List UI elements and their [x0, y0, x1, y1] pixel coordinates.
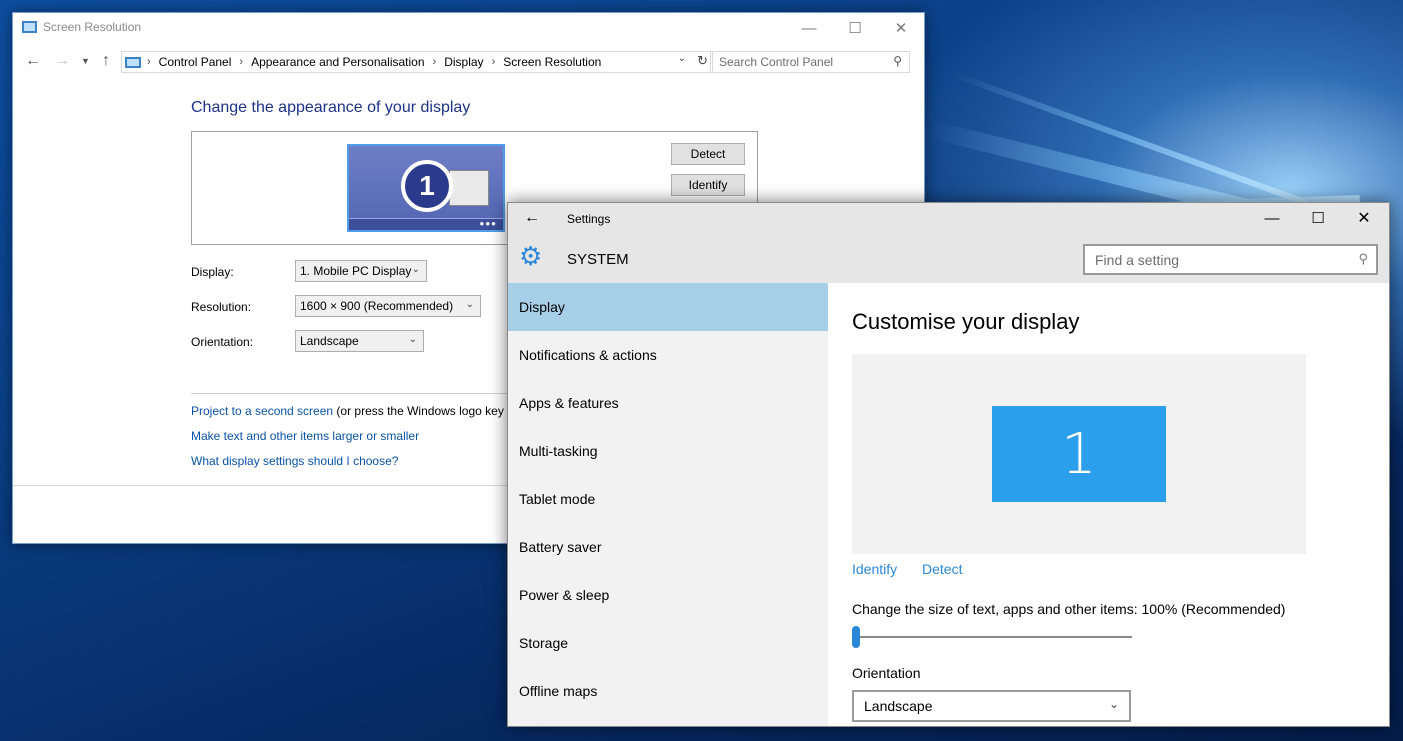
sidebar-item-tablet-mode[interactable]: Tablet mode — [508, 475, 828, 523]
display-label: Display: — [191, 265, 234, 279]
close-button[interactable]: ✕ — [878, 13, 924, 43]
breadcrumb-appearance[interactable]: Appearance and Personalisation — [251, 55, 424, 69]
page-title: Customise your display — [852, 309, 1080, 334]
sidebar-item-apps-features[interactable]: Apps & features — [508, 379, 828, 427]
detect-button[interactable]: Detect — [671, 143, 745, 165]
project-second-screen-link[interactable]: Project to a second screen — [191, 404, 333, 418]
display-select-value: 1. Mobile PC Display — [300, 264, 412, 278]
sidebar-item-notifications[interactable]: Notifications & actions — [508, 331, 828, 379]
sidebar-item-offline-maps[interactable]: Offline maps — [508, 667, 828, 715]
back-arrow-icon[interactable]: ← — [25, 52, 41, 70]
chevron-down-icon: ⌄ — [1108, 697, 1119, 711]
search-placeholder: Search Control Panel — [719, 55, 834, 69]
minimize-button[interactable]: — — [1249, 203, 1295, 233]
orientation-select-value: Landscape — [864, 698, 933, 714]
navigation-bar: ← → ▼ ↑ › Control Panel › Appearance and… — [13, 49, 924, 75]
title-bar: Screen Resolution — ☐ ✕ — [13, 13, 924, 43]
window-title: Screen Resolution — [43, 20, 142, 34]
monitor-thumbnail[interactable]: 1 ●●● — [347, 144, 505, 232]
forward-arrow-icon[interactable]: → — [54, 52, 70, 70]
sidebar-item-battery-saver[interactable]: Battery saver — [508, 523, 828, 571]
breadcrumb-separator-icon: › — [147, 56, 151, 68]
identify-button[interactable]: Identify — [671, 174, 745, 196]
monitor-icon — [22, 21, 37, 33]
project-second-screen-row: Project to a second screen (or press the… — [191, 404, 504, 418]
recent-locations-chevron-icon[interactable]: ▼ — [81, 56, 90, 66]
text-size-link[interactable]: Make text and other items larger or smal… — [191, 429, 419, 443]
up-arrow-icon[interactable]: ↑ — [102, 52, 110, 70]
maximize-button[interactable]: ☐ — [832, 13, 878, 43]
back-arrow-icon[interactable]: ← — [524, 209, 540, 227]
settings-title-bar: ← Settings — ☐ ✕ — [508, 203, 1389, 235]
identify-link[interactable]: Identify — [852, 561, 897, 577]
refresh-icon[interactable]: ↻ — [697, 53, 708, 69]
sidebar-item-storage[interactable]: Storage — [508, 619, 828, 667]
display-select[interactable]: 1. Mobile PC Display ⌄ — [295, 260, 427, 282]
search-control-panel-input[interactable]: Search Control Panel ⚲ — [710, 51, 910, 73]
breadcrumb-control-panel[interactable]: Control Panel — [159, 55, 232, 69]
monitor-tile[interactable]: 1 — [992, 406, 1166, 502]
sidebar-item-multitasking[interactable]: Multi-tasking — [508, 427, 828, 475]
settings-header: ⚙ SYSTEM Find a setting ⚲ — [508, 235, 1389, 283]
address-bar[interactable]: › Control Panel › Appearance and Persona… — [121, 51, 713, 73]
gear-icon: ⚙ — [519, 241, 543, 271]
display-settings-help-link[interactable]: What display settings should I choose? — [191, 454, 398, 468]
project-hint-text: (or press the Windows logo key — [333, 404, 504, 418]
settings-window: ← Settings — ☐ ✕ ⚙ SYSTEM Find a setting… — [507, 202, 1390, 727]
page-title: Change the appearance of your display — [191, 99, 471, 116]
chevron-down-icon: ⌄ — [408, 334, 417, 345]
dots-icon: ●●● — [479, 219, 497, 228]
breadcrumb-screen-resolution[interactable]: Screen Resolution — [503, 55, 601, 69]
keypad-graphic-icon — [449, 170, 489, 206]
breadcrumb-separator-icon: › — [491, 56, 496, 68]
settings-title: Settings — [567, 212, 611, 226]
detect-link[interactable]: Detect — [922, 561, 962, 577]
control-panel-icon — [125, 56, 141, 68]
resolution-select-value: 1600 × 900 (Recommended) — [300, 299, 454, 313]
display-preview-area: 1 — [852, 354, 1306, 554]
resolution-label: Resolution: — [191, 300, 252, 314]
scale-label: Change the size of text, apps and other … — [852, 601, 1286, 617]
find-setting-input[interactable]: Find a setting ⚲ — [1083, 244, 1378, 275]
orientation-label: Orientation — [852, 665, 921, 681]
orientation-label: Orientation: — [191, 335, 254, 349]
sidebar-item-display[interactable]: Display — [508, 283, 828, 331]
scale-slider-track[interactable] — [852, 636, 1132, 638]
settings-sidebar: Display Notifications & actions Apps & f… — [508, 283, 828, 726]
minimize-button[interactable]: — — [786, 13, 832, 43]
find-setting-placeholder: Find a setting — [1095, 251, 1180, 268]
monitor-number-badge: 1 — [401, 160, 453, 212]
section-title: SYSTEM — [567, 251, 629, 268]
address-dropdown-chevron-icon[interactable]: ⌄ — [678, 53, 686, 64]
scale-slider-thumb[interactable] — [852, 626, 860, 648]
search-icon[interactable]: ⚲ — [893, 54, 902, 68]
chevron-down-icon: ⌄ — [411, 264, 420, 275]
breadcrumb-display[interactable]: Display — [444, 55, 483, 69]
search-icon[interactable]: ⚲ — [1358, 251, 1368, 267]
orientation-select-value: Landscape — [300, 334, 359, 348]
orientation-select[interactable]: Landscape ⌄ — [295, 330, 424, 352]
display-settings-panel: Customise your display 1 Identify Detect… — [828, 283, 1389, 726]
close-button[interactable]: ✕ — [1341, 203, 1387, 233]
sidebar-item-power-sleep[interactable]: Power & sleep — [508, 571, 828, 619]
breadcrumb-separator-icon: › — [432, 56, 437, 68]
chevron-down-icon: ⌄ — [465, 299, 474, 310]
maximize-button[interactable]: ☐ — [1295, 203, 1341, 233]
resolution-select[interactable]: 1600 × 900 (Recommended) ⌄ — [295, 295, 481, 317]
breadcrumb-separator-icon: › — [239, 56, 244, 68]
orientation-select[interactable]: Landscape ⌄ — [852, 690, 1131, 722]
